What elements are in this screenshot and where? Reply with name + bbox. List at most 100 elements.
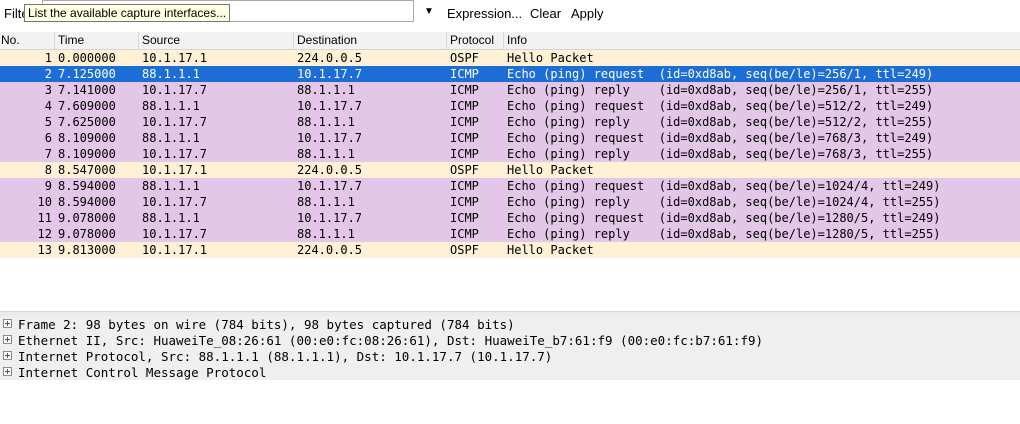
filter-dropdown-icon[interactable]: ▼ [424, 6, 434, 17]
packet-no: 1 [44, 51, 52, 65]
packet-protocol: ICMP [450, 227, 479, 241]
packet-destination: 224.0.0.5 [297, 243, 363, 257]
packet-no: 13 [37, 243, 52, 257]
detail-row-frame[interactable]: Frame 2: 98 bytes on wire (784 bits), 98… [0, 316, 1020, 332]
packet-time: 8.594000 [58, 179, 116, 193]
packet-info: Echo (ping) request (id=0xd8ab, seq(be/l… [507, 131, 934, 145]
packet-row[interactable]: 11 9.078000 88.1.1.1 10.1.17.7 ICMP Echo… [0, 210, 1020, 226]
packet-destination: 10.1.17.7 [297, 99, 363, 113]
packet-info: Echo (ping) request (id=0xd8ab, seq(be/l… [507, 179, 941, 193]
packet-info: Echo (ping) reply (id=0xd8ab, seq(be/le)… [507, 227, 941, 241]
packet-info: Echo (ping) reply (id=0xd8ab, seq(be/le)… [507, 83, 934, 97]
packet-row[interactable]: 5 7.625000 10.1.17.7 88.1.1.1 ICMP Echo … [0, 114, 1020, 130]
packet-info: Hello Packet [507, 163, 594, 177]
packet-no: 3 [44, 83, 52, 97]
packet-row[interactable]: 13 9.813000 10.1.17.1 224.0.0.5 OSPF Hel… [0, 242, 1020, 258]
packet-protocol: ICMP [450, 83, 479, 97]
clear-button[interactable]: Clear [530, 6, 561, 21]
expand-icon[interactable] [3, 351, 12, 360]
packet-destination: 88.1.1.1 [297, 227, 355, 241]
packet-info: Echo (ping) request (id=0xd8ab, seq(be/l… [507, 211, 941, 225]
packet-info: Hello Packet [507, 51, 594, 65]
packet-destination: 88.1.1.1 [297, 147, 355, 161]
packet-list: 1 0.000000 10.1.17.1 224.0.0.5 OSPF Hell… [0, 50, 1020, 258]
packet-row[interactable]: 6 8.109000 88.1.1.1 10.1.17.7 ICMP Echo … [0, 130, 1020, 146]
column-header-time[interactable]: Time [58, 33, 84, 47]
packet-source: 10.1.17.1 [142, 51, 208, 65]
packet-row[interactable]: 12 9.078000 10.1.17.7 88.1.1.1 ICMP Echo… [0, 226, 1020, 242]
packet-no: 6 [44, 131, 52, 145]
detail-row-icmp[interactable]: Internet Control Message Protocol [0, 364, 1020, 380]
column-header-source[interactable]: Source [142, 33, 180, 47]
column-header-destination[interactable]: Destination [297, 33, 357, 47]
column-header-info[interactable]: Info [507, 33, 527, 47]
packet-row-selected[interactable]: 2 7.125000 88.1.1.1 10.1.17.7 ICMP Echo … [0, 66, 1020, 82]
packet-no: 4 [44, 99, 52, 113]
packet-protocol: ICMP [450, 67, 479, 81]
packet-source: 88.1.1.1 [142, 211, 200, 225]
filter-toolbar: Filte List the available capture interfa… [0, 0, 1020, 28]
detail-row-ip[interactable]: Internet Protocol, Src: 88.1.1.1 (88.1.1… [0, 348, 1020, 364]
packet-destination: 88.1.1.1 [297, 115, 355, 129]
packet-protocol: ICMP [450, 195, 479, 209]
packet-row[interactable]: 10 8.594000 10.1.17.7 88.1.1.1 ICMP Echo… [0, 194, 1020, 210]
packet-protocol: ICMP [450, 115, 479, 129]
packet-destination: 10.1.17.7 [297, 131, 363, 145]
packet-destination: 88.1.1.1 [297, 195, 355, 209]
packet-row[interactable]: 8 8.547000 10.1.17.1 224.0.0.5 OSPF Hell… [0, 162, 1020, 178]
packet-time: 8.547000 [58, 163, 116, 177]
packet-source: 10.1.17.7 [142, 115, 208, 129]
packet-info: Echo (ping) reply (id=0xd8ab, seq(be/le)… [507, 195, 941, 209]
packet-time: 8.109000 [58, 147, 116, 161]
detail-text: Frame 2: 98 bytes on wire (784 bits), 98… [18, 317, 515, 332]
packet-no: 9 [44, 179, 52, 193]
packet-row[interactable]: 4 7.609000 88.1.1.1 10.1.17.7 ICMP Echo … [0, 98, 1020, 114]
packet-row[interactable]: 1 0.000000 10.1.17.1 224.0.0.5 OSPF Hell… [0, 50, 1020, 66]
detail-row-ethernet[interactable]: Ethernet II, Src: HuaweiTe_08:26:61 (00:… [0, 332, 1020, 348]
packet-protocol: OSPF [450, 243, 479, 257]
packet-source: 10.1.17.7 [142, 147, 208, 161]
column-header-no[interactable]: No. [1, 33, 20, 47]
packet-info: Echo (ping) reply (id=0xd8ab, seq(be/le)… [507, 147, 934, 161]
packet-protocol: ICMP [450, 99, 479, 113]
expand-icon[interactable] [3, 367, 12, 376]
packet-time: 7.125000 [58, 67, 116, 81]
packet-source: 10.1.17.7 [142, 227, 208, 241]
packet-source: 10.1.17.1 [142, 243, 208, 257]
packet-info: Echo (ping) reply (id=0xd8ab, seq(be/le)… [507, 115, 934, 129]
packet-source: 88.1.1.1 [142, 67, 200, 81]
packet-no: 12 [37, 227, 52, 241]
packet-protocol: OSPF [450, 163, 479, 177]
packet-time: 9.813000 [58, 243, 116, 257]
capture-interfaces-tooltip: List the available capture interfaces... [24, 4, 231, 22]
packet-protocol: ICMP [450, 179, 479, 193]
packet-info: Echo (ping) request (id=0xd8ab, seq(be/l… [507, 99, 934, 113]
packet-source: 10.1.17.1 [142, 163, 208, 177]
packet-time: 7.625000 [58, 115, 116, 129]
packet-protocol: ICMP [450, 211, 479, 225]
expression-button[interactable]: Expression... [447, 6, 522, 21]
packet-row[interactable]: 9 8.594000 88.1.1.1 10.1.17.7 ICMP Echo … [0, 178, 1020, 194]
packet-source: 10.1.17.7 [142, 195, 208, 209]
packet-row[interactable]: 3 7.141000 10.1.17.7 88.1.1.1 ICMP Echo … [0, 82, 1020, 98]
packet-time: 0.000000 [58, 51, 116, 65]
detail-text: Ethernet II, Src: HuaweiTe_08:26:61 (00:… [18, 333, 764, 348]
packet-destination: 10.1.17.7 [297, 179, 363, 193]
detail-text: Internet Protocol, Src: 88.1.1.1 (88.1.1… [18, 349, 553, 364]
packet-protocol: ICMP [450, 131, 479, 145]
apply-button[interactable]: Apply [571, 6, 604, 21]
packet-row[interactable]: 7 8.109000 10.1.17.7 88.1.1.1 ICMP Echo … [0, 146, 1020, 162]
expand-icon[interactable] [3, 335, 12, 344]
packet-source: 88.1.1.1 [142, 131, 200, 145]
packet-list-header: No. Time Source Destination Protocol Inf… [0, 32, 1020, 50]
packet-source: 88.1.1.1 [142, 99, 200, 113]
packet-time: 8.109000 [58, 131, 116, 145]
packet-no: 7 [44, 147, 52, 161]
column-header-protocol[interactable]: Protocol [450, 33, 494, 47]
packet-protocol: ICMP [450, 147, 479, 161]
detail-text: Internet Control Message Protocol [18, 365, 267, 380]
packet-destination: 224.0.0.5 [297, 51, 363, 65]
expand-icon[interactable] [3, 319, 12, 328]
packet-time: 9.078000 [58, 211, 116, 225]
packet-info: Echo (ping) request (id=0xd8ab, seq(be/l… [507, 67, 934, 81]
